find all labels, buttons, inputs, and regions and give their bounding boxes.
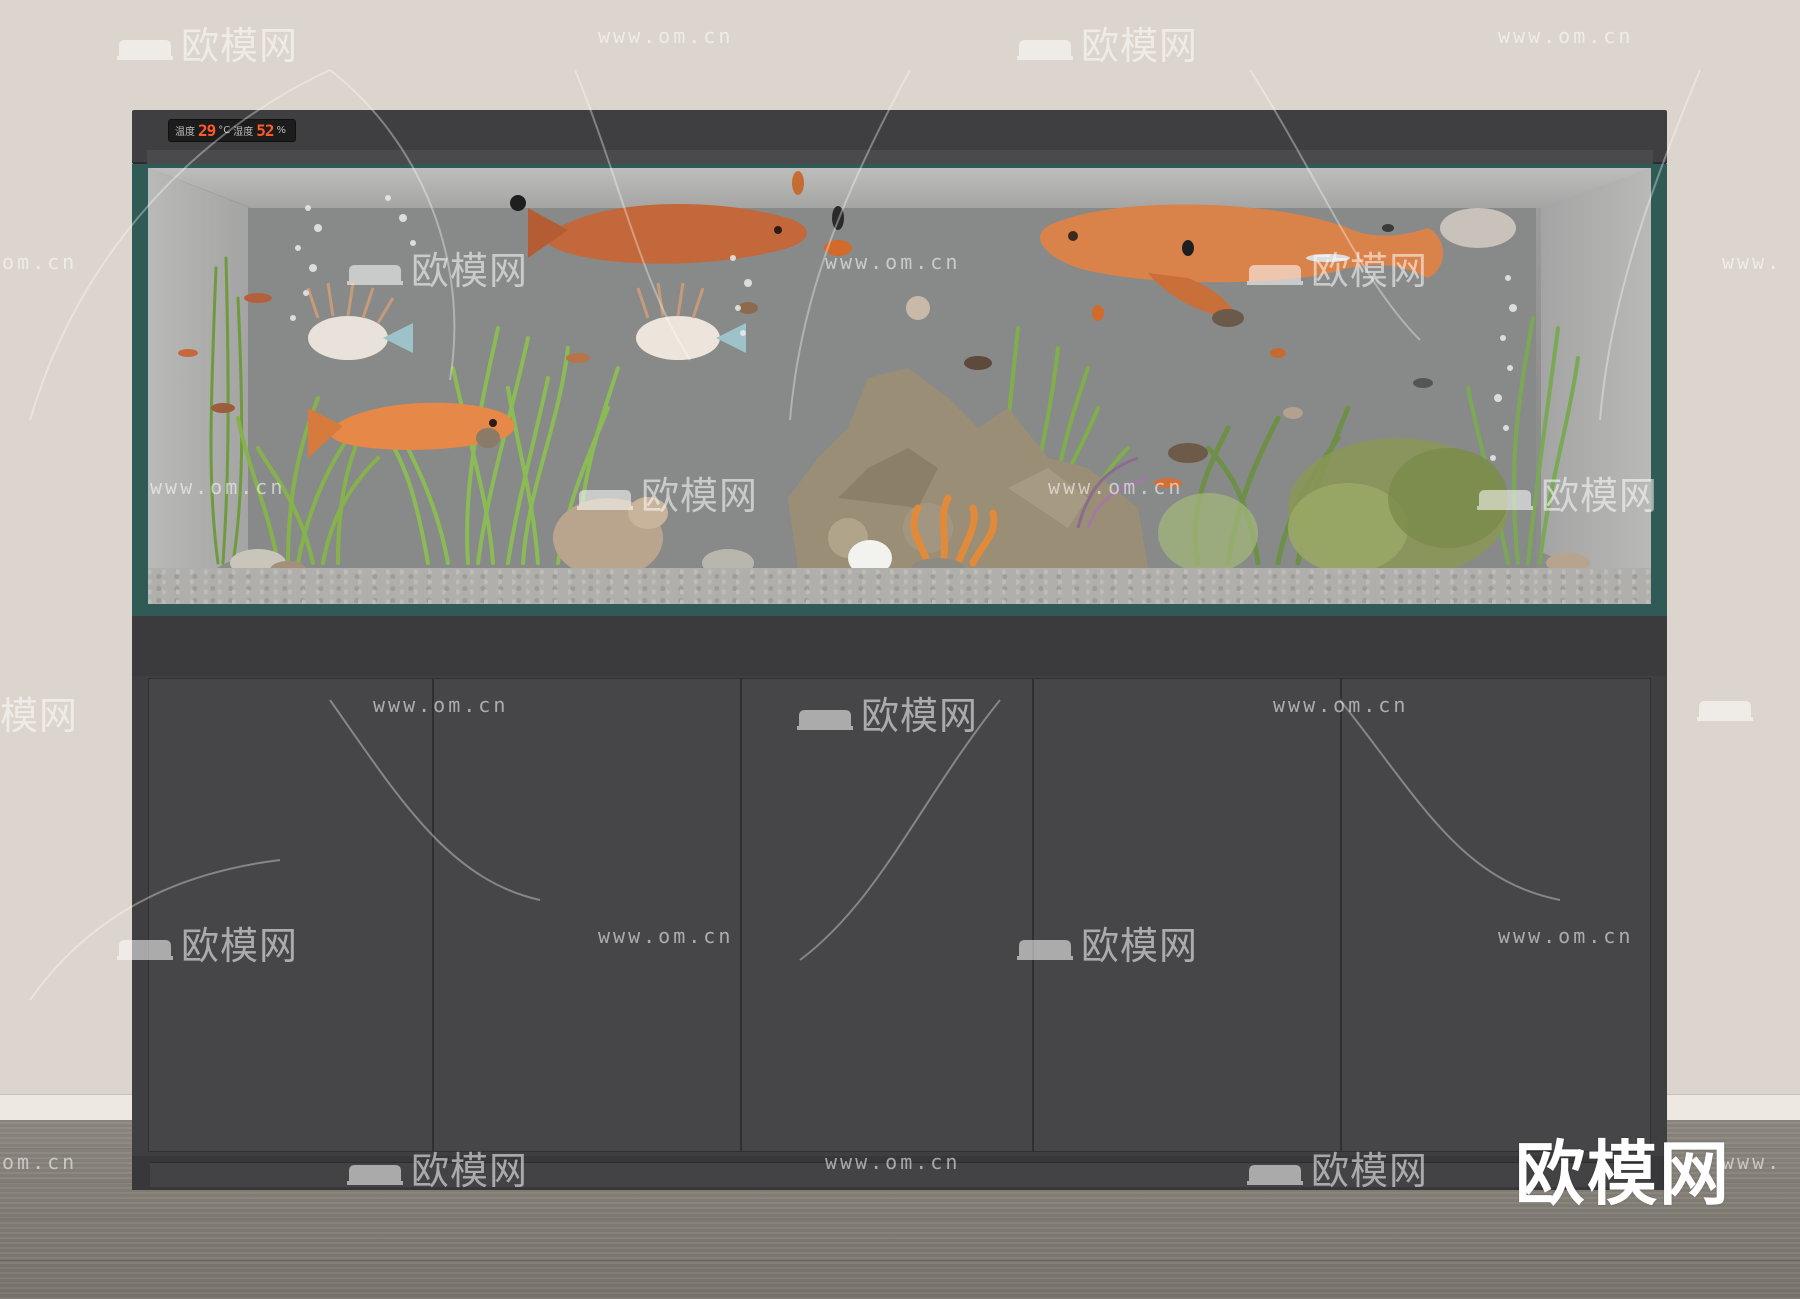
humidity-unit: % xyxy=(276,125,287,136)
watermark-brand-9: 欧模网 xyxy=(1015,915,1198,970)
cabinet-door-5[interactable] xyxy=(1341,678,1651,1152)
watermark-url-3: www.om.cn xyxy=(825,250,961,274)
watermark-url-4: www.om.cn xyxy=(150,475,286,499)
watermark-url-edge-left-2: om.cn xyxy=(2,1150,78,1174)
watermark-url-10: www.om.cn xyxy=(825,1150,961,1174)
sofa-logo-icon xyxy=(347,1164,403,1185)
watermark-brand-edge-right xyxy=(1695,685,1761,729)
watermark-brand-6: 欧模网 xyxy=(1475,465,1658,520)
watermark-brand-10: 欧模网 xyxy=(345,1140,528,1195)
humidity-label: 湿度 xyxy=(233,127,254,138)
watermark-url-6: www.om.cn xyxy=(373,693,509,717)
stand-top-rail xyxy=(132,616,1667,678)
sofa-logo-icon xyxy=(117,39,173,60)
sofa-logo-icon xyxy=(1017,39,1073,60)
sofa-logo-icon xyxy=(1247,1164,1303,1185)
arowana-fish-top-left xyxy=(528,204,807,264)
cabinet-door-2[interactable] xyxy=(433,678,741,1152)
sofa-logo-icon xyxy=(577,489,633,510)
sofa-logo-icon xyxy=(1017,939,1073,960)
gravel-substrate xyxy=(148,568,1651,604)
temp-value: 29 xyxy=(198,121,216,140)
temp-label: 温度 xyxy=(175,127,195,138)
sofa-logo-icon xyxy=(1697,700,1753,721)
humidity-value: 52 xyxy=(256,121,274,140)
watermark-brand-4: 欧模网 xyxy=(1245,240,1428,295)
temp-unit: °C xyxy=(218,125,231,136)
watermark-url-edge-right-2: www. xyxy=(1722,1150,1783,1174)
watermark-url-edge-left-1: om.cn xyxy=(2,250,78,274)
watermark-url-1: www.om.cn xyxy=(598,24,734,48)
watermark-brand-5: 欧模网 xyxy=(575,465,758,520)
watermark-url-8: www.om.cn xyxy=(598,924,734,948)
watermark-url-edge-right-1: www. xyxy=(1722,250,1783,274)
brand-logo-text: 欧模网 xyxy=(1515,1133,1731,1215)
watermark-url-2: www.om.cn xyxy=(1498,24,1634,48)
sofa-logo-icon xyxy=(797,709,853,730)
watermark-brand-2: 欧模网 xyxy=(1015,15,1198,70)
watermark-brand-3: 欧模网 xyxy=(345,240,528,295)
watermark-brand-edge-left: 模网 xyxy=(0,694,79,738)
cabinet-door-3[interactable] xyxy=(741,678,1033,1152)
watermark-url-9: www.om.cn xyxy=(1498,924,1634,948)
scene: 温度 29 °C 湿度 52 % 欧模网 欧模网 欧模网 欧模网 欧模网 欧模网… xyxy=(0,0,1800,1299)
sofa-logo-icon xyxy=(347,264,403,285)
watermark-brand-8: 欧模网 xyxy=(115,915,298,970)
watermark-url-7: www.om.cn xyxy=(1273,693,1409,717)
temperature-humidity-display: 温度 29 °C 湿度 52 % xyxy=(168,119,296,142)
watermark-brand-7: 欧模网 xyxy=(795,685,978,740)
tank-contents xyxy=(178,171,1590,579)
sofa-logo-icon xyxy=(117,939,173,960)
watermark-url-5: www.om.cn xyxy=(1048,475,1184,499)
watermark-brand-1: 欧模网 xyxy=(115,15,298,70)
sofa-logo-icon xyxy=(1477,489,1533,510)
watermark-brand-11: 欧模网 xyxy=(1245,1140,1428,1195)
hood-lip xyxy=(147,150,1653,164)
tank-water xyxy=(148,168,1651,604)
sofa-logo-icon xyxy=(1247,264,1303,285)
